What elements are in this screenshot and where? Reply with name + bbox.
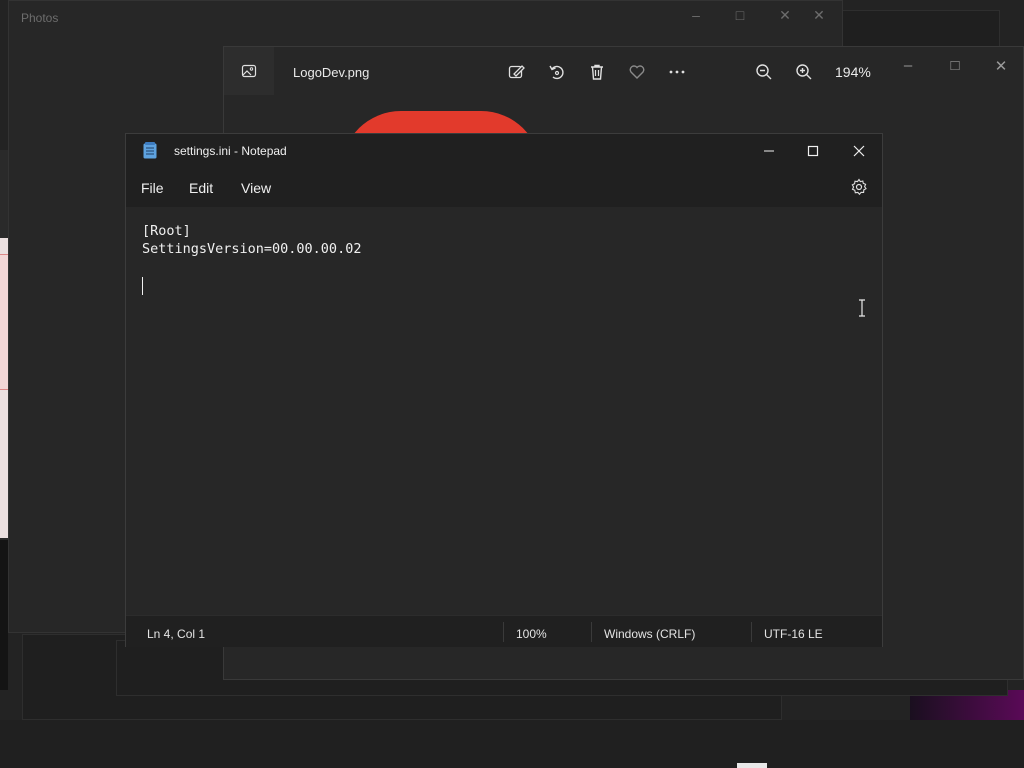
rotate-button[interactable] bbox=[546, 61, 568, 83]
zoom-out-icon bbox=[756, 64, 772, 80]
line-ending-status: Windows (CRLF) bbox=[604, 627, 696, 641]
encoding-status: UTF-16 LE bbox=[764, 627, 823, 641]
image-gallery-button[interactable] bbox=[224, 47, 274, 95]
background-content bbox=[0, 540, 8, 690]
taskbar bbox=[0, 720, 1024, 768]
menu-bar: File Edit View bbox=[126, 167, 882, 207]
maximize-button[interactable] bbox=[798, 138, 828, 164]
more-icon bbox=[669, 70, 685, 74]
more-options-button[interactable] bbox=[666, 61, 688, 83]
window-title: settings.ini - Notepad bbox=[174, 144, 287, 158]
text-line: [Root] bbox=[142, 223, 191, 239]
text-line: SettingsVersion=00.00.00.02 bbox=[142, 241, 362, 257]
edit-image-button[interactable] bbox=[506, 61, 528, 83]
taskbar-item[interactable] bbox=[737, 763, 767, 768]
cursor-position: Ln 4, Col 1 bbox=[147, 627, 206, 641]
photos-close-button-2[interactable]: ✕ bbox=[809, 7, 829, 24]
minimize-button[interactable] bbox=[754, 138, 784, 164]
image-icon bbox=[241, 64, 257, 78]
ibeam-cursor-icon bbox=[859, 299, 865, 317]
text-editor[interactable]: [Root] SettingsVersion=00.00.00.02 bbox=[126, 207, 882, 615]
rotate-icon bbox=[549, 65, 564, 80]
favorite-button[interactable] bbox=[626, 61, 648, 83]
zoom-in-icon bbox=[796, 64, 812, 80]
close-button[interactable] bbox=[844, 138, 874, 164]
zoom-status: 100% bbox=[516, 627, 547, 641]
photos-maximize-button[interactable]: □ bbox=[730, 7, 750, 23]
viewer-minimize-button[interactable]: – bbox=[898, 57, 918, 74]
notepad-app-icon bbox=[143, 142, 157, 159]
maximize-icon bbox=[807, 145, 819, 157]
gear-icon[interactable] bbox=[850, 178, 868, 196]
zoom-out-button[interactable] bbox=[753, 61, 775, 83]
viewer-close-button[interactable]: ✕ bbox=[991, 57, 1011, 75]
status-divider bbox=[503, 622, 504, 642]
favorite-icon bbox=[629, 65, 645, 79]
zoom-level[interactable]: 194% bbox=[835, 64, 871, 80]
delete-icon bbox=[591, 64, 603, 80]
viewer-maximize-button[interactable]: □ bbox=[945, 57, 965, 74]
status-divider bbox=[591, 622, 592, 642]
background-window-edge bbox=[0, 150, 8, 690]
menu-file[interactable]: File bbox=[141, 180, 164, 196]
status-divider bbox=[751, 622, 752, 642]
menu-view[interactable]: View bbox=[241, 180, 271, 196]
text-caret bbox=[142, 277, 143, 295]
notepad-window: settings.ini - Notepad File Edit View [R… bbox=[125, 133, 883, 647]
background-window bbox=[840, 10, 1000, 50]
edit-image-icon bbox=[508, 65, 525, 79]
zoom-in-button[interactable] bbox=[793, 61, 815, 83]
menu-edit[interactable]: Edit bbox=[189, 180, 213, 196]
close-icon bbox=[853, 145, 865, 157]
notepad-titlebar: settings.ini - Notepad bbox=[126, 134, 882, 167]
image-filename: LogoDev.png bbox=[293, 65, 370, 80]
delete-button[interactable] bbox=[586, 61, 608, 83]
photos-close-button[interactable]: ✕ bbox=[775, 7, 795, 24]
minimize-icon bbox=[764, 150, 774, 152]
status-bar: Ln 4, Col 1 100% Windows (CRLF) UTF-16 L… bbox=[126, 615, 882, 647]
photos-minimize-button[interactable]: – bbox=[686, 7, 706, 23]
background-content bbox=[0, 254, 8, 390]
photos-window-title: Photos bbox=[21, 11, 59, 25]
